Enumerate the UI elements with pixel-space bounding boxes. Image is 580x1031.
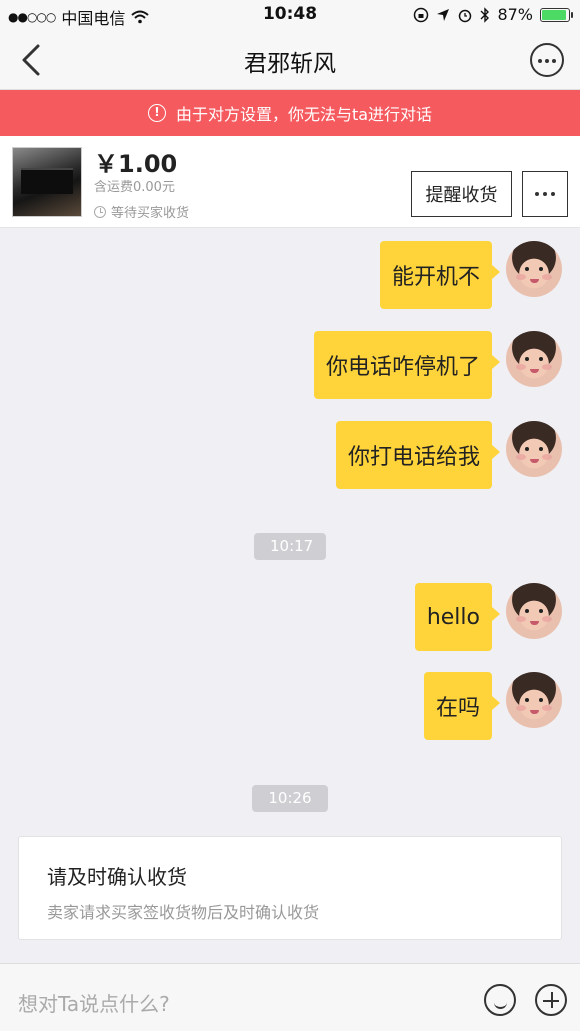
avatar[interactable] xyxy=(506,583,562,639)
avatar-cheek xyxy=(542,705,552,711)
chat-message: 你电话咋停机了 xyxy=(262,331,562,399)
page-title: 君邪斩风 xyxy=(244,51,336,77)
emoji-button[interactable] xyxy=(484,984,516,1016)
status-right: 87% xyxy=(413,5,573,24)
avatar-cheek xyxy=(542,364,552,370)
avatar-mouth xyxy=(530,279,539,283)
timestamp: 10:26 xyxy=(252,785,328,812)
alarm-icon xyxy=(459,9,472,22)
avatar-cheek xyxy=(542,616,552,622)
avatar-eye xyxy=(525,698,529,702)
avatar-eye xyxy=(525,609,529,613)
avatar-cheek xyxy=(516,364,526,370)
avatar-cheek xyxy=(516,705,526,711)
location-icon xyxy=(437,8,450,21)
message-bubble[interactable]: 在吗 xyxy=(423,672,501,740)
avatar-cheek xyxy=(516,616,526,622)
rotation-lock-icon xyxy=(414,7,429,22)
avatar-eye xyxy=(539,447,543,451)
status-bar: ●●○○○ 中国电信 10:48 87% xyxy=(0,0,580,30)
input-bar: 想对Ta说点什么? xyxy=(0,963,580,1031)
more-options-button[interactable] xyxy=(530,43,564,77)
nav-bar: 君邪斩风 xyxy=(0,30,580,90)
chat-message: hello xyxy=(262,583,562,651)
product-price: ￥1.00 xyxy=(94,150,178,178)
avatar-eye xyxy=(525,447,529,451)
dot-icon xyxy=(543,192,547,196)
dot-icon xyxy=(538,59,542,63)
avatar-mouth xyxy=(530,710,539,714)
avatar[interactable] xyxy=(506,421,562,477)
dot-icon xyxy=(535,192,539,196)
product-thumbnail[interactable] xyxy=(12,147,82,217)
message-input[interactable]: 想对Ta说点什么? xyxy=(18,988,170,1017)
battery-icon xyxy=(540,7,573,22)
reminder-title: 请及时确认收货 xyxy=(47,865,187,889)
avatar-eye xyxy=(539,357,543,361)
chat-message: 在吗 xyxy=(262,672,562,740)
message-bubble[interactable]: 能开机不 xyxy=(379,241,501,309)
order-status: 等待买家收货 xyxy=(94,202,189,221)
bluetooth-icon xyxy=(480,6,490,23)
notice-text: 由于对方设置，你无法与ta进行对话 xyxy=(175,105,433,124)
dot-icon xyxy=(545,59,549,63)
confirm-receipt-card[interactable]: 请及时确认收货 卖家请求买家签收货物后及时确认收货 xyxy=(18,836,562,940)
avatar-mouth xyxy=(530,621,539,625)
avatar[interactable] xyxy=(506,331,562,387)
avatar-eye xyxy=(539,609,543,613)
chat-message: 你打电话给我 xyxy=(262,421,562,489)
restriction-notice: ! 由于对方设置，你无法与ta进行对话 xyxy=(0,90,580,136)
avatar[interactable] xyxy=(506,672,562,728)
battery-percent: 87% xyxy=(497,5,533,24)
avatar-cheek xyxy=(542,454,552,460)
message-bubble[interactable]: 你打电话给我 xyxy=(335,421,501,489)
product-more-button[interactable] xyxy=(522,171,568,217)
battery-fill xyxy=(542,9,567,20)
clock-icon xyxy=(94,205,106,218)
avatar-cheek xyxy=(542,274,552,280)
product-card: ￥1.00 含运费0.00元 等待买家收货 提醒收货 xyxy=(0,136,580,228)
message-bubble[interactable]: hello xyxy=(414,583,501,651)
avatar-cheek xyxy=(516,274,526,280)
avatar-mouth xyxy=(530,369,539,373)
avatar-eye xyxy=(539,267,543,271)
message-bubble[interactable]: 你电话咋停机了 xyxy=(313,331,501,399)
avatar-eye xyxy=(525,357,529,361)
avatar-eye xyxy=(539,698,543,702)
avatar[interactable] xyxy=(506,241,562,297)
dot-icon xyxy=(551,192,555,196)
warning-icon: ! xyxy=(147,104,166,122)
reminder-description: 卖家请求买家签收货物后及时确认收货 xyxy=(47,903,320,922)
shipping-fee: 含运费0.00元 xyxy=(94,180,175,195)
timestamp: 10:17 xyxy=(254,533,326,560)
add-attachment-button[interactable] xyxy=(535,984,567,1016)
avatar-cheek xyxy=(516,454,526,460)
avatar-mouth xyxy=(530,459,539,463)
order-status-text: 等待买家收货 xyxy=(111,206,190,221)
dot-icon xyxy=(552,59,556,63)
chat-message: 能开机不 xyxy=(262,241,562,309)
remind-receipt-button[interactable]: 提醒收货 xyxy=(411,171,512,217)
avatar-eye xyxy=(525,267,529,271)
